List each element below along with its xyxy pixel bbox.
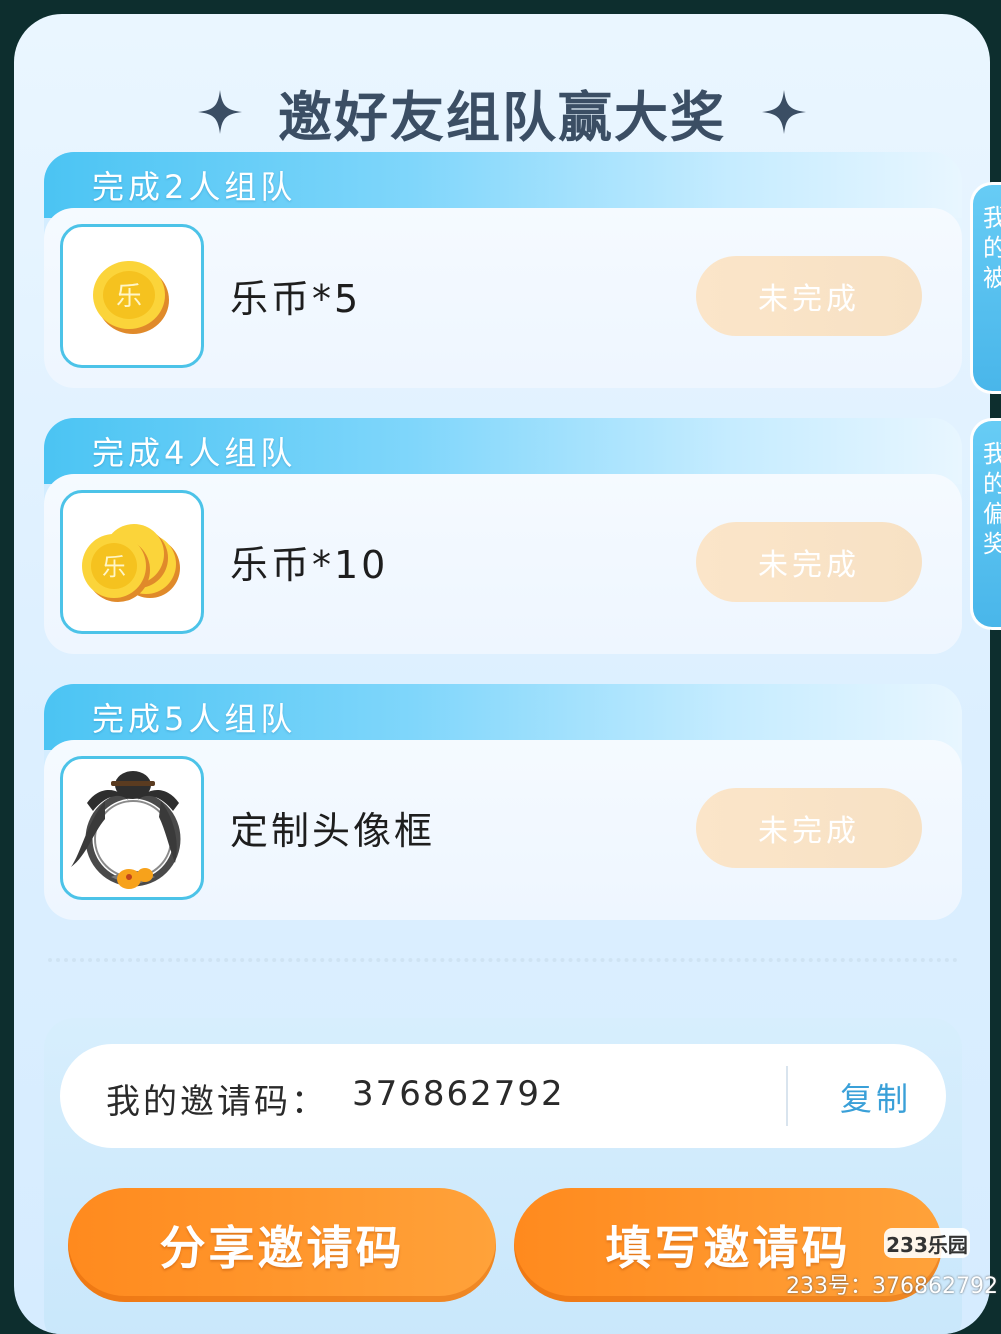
watermark-logo: 233乐园 (884, 1228, 970, 1258)
header: 邀好友组队赢大奖 (14, 72, 990, 152)
invite-panel: 邀好友组队赢大奖 完成2人组队 乐 乐币*5 未完成 完成4人组队 乐 乐币*1… (14, 14, 990, 1334)
share-invite-code-button[interactable]: 分享邀请码 (68, 1188, 496, 1302)
invite-code-label: 我的邀请码： (106, 1082, 328, 1122)
reward-name: 乐币*5 (230, 277, 362, 321)
reward-card-tier-2: 完成4人组队 乐 乐币*10 未完成 (44, 418, 962, 654)
svg-text:乐: 乐 (102, 553, 126, 581)
reward-thumbnail (60, 756, 204, 900)
tier-condition: 完成2人组队 (92, 168, 297, 206)
card-body: 乐 乐币*10 未完成 (44, 474, 962, 654)
tier-condition: 完成5人组队 (92, 700, 297, 738)
field-separator (786, 1066, 788, 1126)
page-title: 邀好友组队赢大奖 (278, 85, 726, 149)
side-tab-label: 我的偏奖 (983, 440, 1001, 558)
reward-name: 定制头像框 (230, 809, 436, 853)
sparkle-right-icon (762, 90, 806, 134)
side-tab-1[interactable]: 我的被 (970, 182, 1001, 394)
reward-thumbnail: 乐 (60, 490, 204, 634)
avatar-frame-icon (71, 771, 181, 889)
invite-code-field: 我的邀请码： 376862792 复制 (60, 1044, 946, 1148)
reward-name: 乐币*10 (230, 543, 389, 587)
dotted-divider (48, 958, 958, 962)
reward-card-tier-3: 完成5人组队 定制头像框 未完成 (44, 684, 962, 920)
status-button[interactable]: 未完成 (696, 256, 922, 336)
card-body: 乐 乐币*5 未完成 (44, 208, 962, 388)
coin-stack-icon: 乐 (82, 524, 180, 602)
sparkle-left-icon (198, 90, 242, 134)
watermark-text: 233号：376862792 (786, 1274, 998, 1299)
invite-code-value: 376862792 (352, 1074, 565, 1114)
status-button[interactable]: 未完成 (696, 522, 922, 602)
svg-text:乐: 乐 (116, 282, 142, 312)
reward-thumbnail: 乐 (60, 224, 204, 368)
tier-condition: 完成4人组队 (92, 434, 297, 472)
side-tab-2[interactable]: 我的偏奖 (970, 418, 1001, 630)
card-body: 定制头像框 未完成 (44, 740, 962, 920)
side-tab-label: 我的被 (983, 204, 1001, 292)
copy-button[interactable]: 复制 (840, 1074, 912, 1120)
status-button[interactable]: 未完成 (696, 788, 922, 868)
single-coin-icon: 乐 (93, 261, 169, 334)
reward-card-tier-1: 完成2人组队 乐 乐币*5 未完成 (44, 152, 962, 388)
